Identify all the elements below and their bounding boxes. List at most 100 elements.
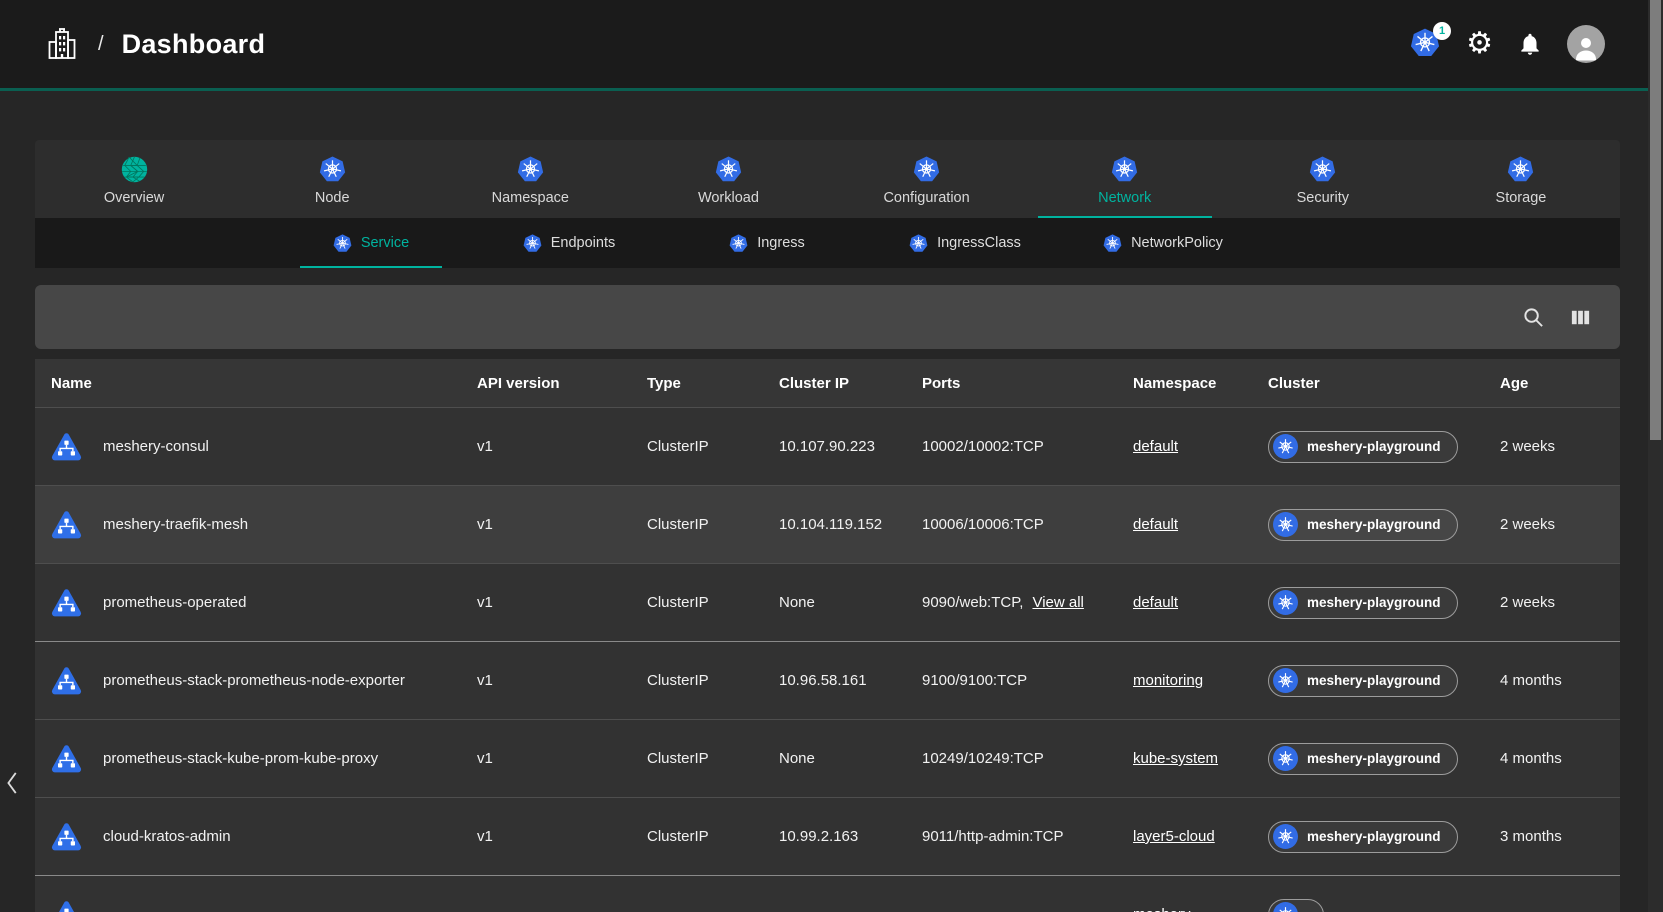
namespace-link[interactable]: default xyxy=(1133,438,1178,455)
subtab-networkpolicy[interactable]: NetworkPolicy xyxy=(1064,218,1262,268)
age-cell: 3 months xyxy=(1484,828,1620,845)
tab-overview[interactable]: Overview xyxy=(35,140,233,218)
tab-node[interactable]: Node xyxy=(233,140,431,218)
namespace-link[interactable]: default xyxy=(1133,516,1178,533)
cluster-chip[interactable]: meshery-playground xyxy=(1268,431,1458,463)
type-cell: ClusterIP xyxy=(631,594,763,611)
api-version-cell: v1 xyxy=(461,516,631,533)
ports-cell: 10249/10249:TCP xyxy=(906,750,1117,767)
tab-network[interactable]: Network xyxy=(1026,140,1224,218)
kubernetes-icon xyxy=(333,234,352,253)
service-name: meshery-traefik-mesh xyxy=(103,516,248,533)
service-name: prometheus-operated xyxy=(103,594,246,611)
column-header-ports[interactable]: Ports xyxy=(906,375,1117,392)
view-columns-icon[interactable] xyxy=(1569,306,1592,329)
age-cell: 2 weeks xyxy=(1484,594,1620,611)
service-name-cell: meshery-traefik-mesh xyxy=(35,508,461,542)
service-name-cell: prometheus-stack-prometheus-node-exporte… xyxy=(35,664,461,698)
age-cell: 2 weeks xyxy=(1484,438,1620,455)
subtab-ingressclass[interactable]: IngressClass xyxy=(866,218,1064,268)
table-row[interactable]: prometheus-operated v1 ClusterIP None 90… xyxy=(35,563,1620,641)
column-header-cluster[interactable]: Cluster xyxy=(1252,375,1484,392)
table-row[interactable]: meshery-traefik-mesh v1 ClusterIP 10.104… xyxy=(35,485,1620,563)
namespace-link[interactable]: default xyxy=(1133,594,1178,611)
namespace-cell: default xyxy=(1117,594,1252,611)
subtab-endpoints[interactable]: Endpoints xyxy=(470,218,668,268)
cluster-cell: meshery-playground xyxy=(1252,509,1484,541)
column-header-namespace[interactable]: Namespace xyxy=(1117,375,1252,392)
kubernetes-icon xyxy=(1111,156,1138,183)
service-name-cell: prometheus-operated xyxy=(35,586,461,620)
cluster-chip[interactable]: meshery-playground xyxy=(1268,821,1458,853)
service-name-cell: cloud-kratos-admin xyxy=(35,820,461,854)
view-all-link[interactable]: View all xyxy=(1032,594,1083,611)
column-header-cluster-ip[interactable]: Cluster IP xyxy=(763,375,906,392)
column-header-name[interactable]: Name xyxy=(35,375,461,392)
breadcrumb-separator: / xyxy=(98,33,104,56)
type-cell: ClusterIP xyxy=(631,828,763,845)
service-name-cell: meshery-consul xyxy=(35,430,461,464)
cluster-cell: meshery-playground xyxy=(1252,743,1484,775)
api-version-cell: v1 xyxy=(461,438,631,455)
cluster-chip[interactable]: meshery-playground xyxy=(1268,509,1458,541)
scrollbar-track[interactable] xyxy=(1648,0,1663,912)
namespace-link[interactable]: meshery- xyxy=(1133,906,1196,912)
drawer-collapse-chevron-icon[interactable] xyxy=(2,768,24,798)
services-table: Name API version Type Cluster IP Ports N… xyxy=(35,359,1620,912)
search-icon[interactable] xyxy=(1522,306,1545,329)
cluster-chip[interactable]: meshery-playground xyxy=(1268,587,1458,619)
cluster-chip[interactable] xyxy=(1268,899,1324,912)
tab-storage[interactable]: Storage xyxy=(1422,140,1620,218)
age-cell: 4 months xyxy=(1484,672,1620,689)
subtab-service[interactable]: Service xyxy=(272,218,470,268)
column-header-type[interactable]: Type xyxy=(631,375,763,392)
cluster-ip-cell: 10.107.90.223 xyxy=(763,438,906,455)
namespace-cell: kube-system xyxy=(1117,750,1252,767)
namespace-cell: meshery- xyxy=(1117,906,1252,912)
service-icon xyxy=(48,586,85,620)
service-name-cell: prometheus-stack-kube-prom-kube-proxy xyxy=(35,742,461,776)
namespace-link[interactable]: kube-system xyxy=(1133,750,1218,767)
tab-namespace[interactable]: Namespace xyxy=(431,140,629,218)
kubernetes-icon xyxy=(913,156,940,183)
column-header-api-version[interactable]: API version xyxy=(461,375,631,392)
table-row[interactable]: meshery- xyxy=(35,875,1620,912)
cluster-ip-cell: 10.96.58.161 xyxy=(763,672,906,689)
building-icon[interactable] xyxy=(46,27,78,61)
resource-tabbar: Overview Node Namespace Workload Configu… xyxy=(35,140,1620,218)
type-cell: ClusterIP xyxy=(631,750,763,767)
kubernetes-icon xyxy=(1507,156,1534,183)
scrollbar-thumb[interactable] xyxy=(1650,0,1661,440)
tab-security[interactable]: Security xyxy=(1224,140,1422,218)
table-row[interactable]: prometheus-stack-kube-prom-kube-proxy v1… xyxy=(35,719,1620,797)
cluster-chip[interactable]: meshery-playground xyxy=(1268,743,1458,775)
service-name: meshery-consul xyxy=(103,438,209,455)
user-avatar[interactable] xyxy=(1567,25,1605,63)
table-row[interactable]: cloud-kratos-admin v1 ClusterIP 10.99.2.… xyxy=(35,797,1620,875)
cluster-chip[interactable]: meshery-playground xyxy=(1268,665,1458,697)
tab-workload[interactable]: Workload xyxy=(629,140,827,218)
ports-cell: 10006/10006:TCP xyxy=(906,516,1117,533)
subtab-ingress[interactable]: Ingress xyxy=(668,218,866,268)
type-cell: ClusterIP xyxy=(631,516,763,533)
service-icon xyxy=(48,508,85,542)
namespace-link[interactable]: layer5-cloud xyxy=(1133,828,1215,845)
kubernetes-icon xyxy=(1273,746,1298,771)
table-row[interactable]: prometheus-stack-prometheus-node-exporte… xyxy=(35,641,1620,719)
column-header-age[interactable]: Age xyxy=(1484,375,1620,392)
table-row[interactable]: meshery-consul v1 ClusterIP 10.107.90.22… xyxy=(35,407,1620,485)
service-icon xyxy=(48,898,85,912)
ports-cell: 10002/10002:TCP xyxy=(906,438,1117,455)
tab-configuration[interactable]: Configuration xyxy=(828,140,1026,218)
cluster-cell xyxy=(1252,899,1484,912)
api-version-cell: v1 xyxy=(461,750,631,767)
settings-gear-icon[interactable]: ⚙ xyxy=(1466,29,1493,59)
cluster-cell: meshery-playground xyxy=(1252,821,1484,853)
kubernetes-icon xyxy=(1273,590,1298,615)
kubernetes-context-button[interactable]: 1 xyxy=(1410,28,1442,60)
notifications-bell-icon[interactable] xyxy=(1517,31,1543,57)
ports-cell xyxy=(906,906,1117,912)
namespace-link[interactable]: monitoring xyxy=(1133,672,1203,689)
cluster-cell: meshery-playground xyxy=(1252,587,1484,619)
cluster-ip-cell: None xyxy=(763,750,906,767)
